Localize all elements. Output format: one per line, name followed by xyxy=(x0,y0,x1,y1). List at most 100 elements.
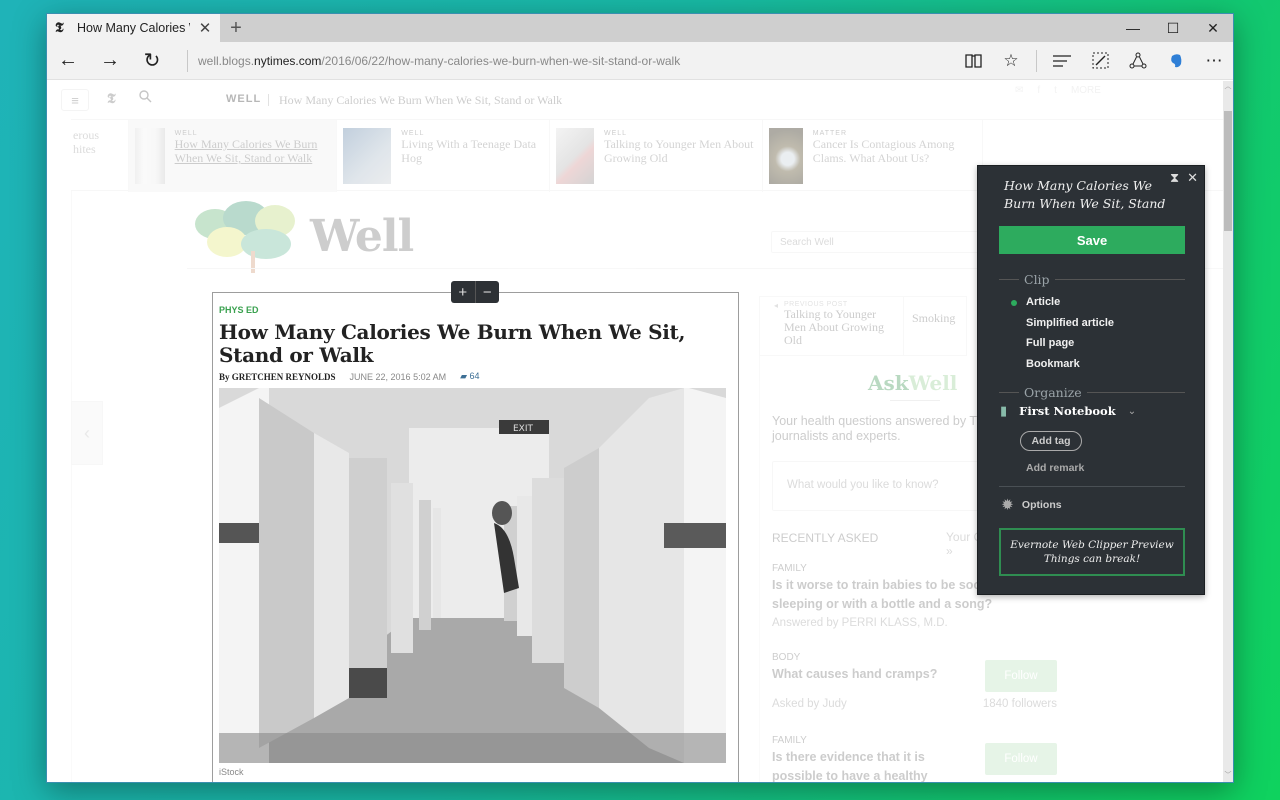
ribbon-thumbnail xyxy=(343,128,392,184)
refresh-button[interactable]: ↻ xyxy=(131,42,173,80)
menu-icon[interactable]: ≡ xyxy=(61,89,89,111)
recently-asked-heading: RECENTLY ASKED xyxy=(772,531,879,545)
svg-text:EXIT: EXIT xyxy=(513,424,534,434)
close-tab-icon[interactable]: ✕ xyxy=(198,19,212,37)
ribbon-kicker: WELL xyxy=(174,130,198,137)
next-post-title[interactable]: Smoking xyxy=(904,297,963,355)
ribbon-title: Talking to Younger Men About Growing Old xyxy=(603,137,754,165)
tree-trunk xyxy=(251,251,255,273)
article-title: How Many Calories We Burn When We Sit, S… xyxy=(219,320,686,367)
clip-option-simplified-article[interactable]: Simplified article xyxy=(1026,317,1114,329)
scroll-up-icon[interactable]: ︿ xyxy=(1223,81,1233,91)
ask-question-input[interactable]: What would you like to know? xyxy=(772,461,1002,511)
ribbon-thumbnail xyxy=(556,128,594,184)
office-cubicles-image: EXIT xyxy=(219,388,726,763)
ribbon-item[interactable]: WELL Talking to Younger Men About Growing… xyxy=(550,120,763,192)
email-icon[interactable]: ✉ xyxy=(1015,85,1023,96)
askwell-logo-well: Well xyxy=(908,371,958,395)
previous-post[interactable]: ◂ PREVIOUS POST Talking to Younger Men Ab… xyxy=(759,296,967,356)
close-window-button[interactable]: ✕ xyxy=(1193,14,1233,42)
follow-button[interactable]: Follow xyxy=(985,660,1057,692)
follow-button[interactable]: Follow xyxy=(985,743,1057,775)
clip-option-full-page[interactable]: Full page xyxy=(1026,337,1074,349)
question-item[interactable]: BODY What causes hand cramps? Asked by J… xyxy=(772,652,1057,712)
comments-link[interactable]: ▰ 64 xyxy=(460,371,479,382)
web-note-icon[interactable] xyxy=(1081,52,1119,69)
nyt-logo-icon[interactable]: 𝕿 xyxy=(107,91,116,107)
scroll-down-icon[interactable]: ﹀ xyxy=(1223,770,1233,780)
url-path: /2016/06/22/how-many-calories-we-burn-wh… xyxy=(321,53,681,68)
address-bar[interactable]: well.blogs.nytimes.com/2016/06/22/how-ma… xyxy=(198,54,954,68)
article-byline: By GRETCHEN REYNOLDS JUNE 22, 2016 5:02 … xyxy=(219,371,732,382)
divider xyxy=(1036,49,1037,72)
author[interactable]: By GRETCHEN REYNOLDS xyxy=(219,372,336,382)
comment-icon: ▰ xyxy=(460,371,468,381)
shrink-selection-button[interactable]: − xyxy=(474,281,500,303)
notebook-selector[interactable]: ▮ First Notebook ⌄ xyxy=(1000,403,1136,419)
page-viewport: ≡ 𝕿 WELL How Many Calories We Burn When … xyxy=(47,81,1223,782)
divider xyxy=(890,400,940,401)
maximize-button[interactable]: ☐ xyxy=(1153,14,1193,42)
clip-zoom-controls: + − xyxy=(451,281,499,303)
new-tab-button[interactable]: + xyxy=(220,14,252,42)
hub-icon[interactable] xyxy=(1043,54,1081,67)
expand-selection-button[interactable]: + xyxy=(451,281,475,303)
save-button[interactable]: Save xyxy=(999,226,1185,254)
minimize-button[interactable]: — xyxy=(1113,14,1153,42)
ribbon-thumbnail xyxy=(769,128,803,184)
more-share-button[interactable]: MORE xyxy=(1071,85,1101,96)
share-icon[interactable] xyxy=(1119,52,1157,69)
article-kicker[interactable]: PHYS ED xyxy=(219,305,732,315)
add-tag-button[interactable]: Add tag xyxy=(1020,431,1082,451)
url-domain: nytimes.com xyxy=(254,53,322,68)
ribbon-item[interactable]: MATTER Cancer Is Contagious Among Clams. … xyxy=(763,120,983,192)
scrollbar-thumb[interactable] xyxy=(1224,111,1232,231)
preview-line-1: Evernote Web Clipper Preview xyxy=(1010,539,1174,551)
article-clip-region[interactable]: PHYS ED How Many Calories We Burn When W… xyxy=(212,292,739,782)
chevron-left-icon: ◂ xyxy=(774,301,779,310)
askwell-logo: AskWell xyxy=(868,371,957,395)
preview-notice: Evernote Web Clipper Preview Things can … xyxy=(999,528,1185,576)
options-button[interactable]: ✹ Options xyxy=(1002,497,1062,513)
well-logo-text: Well xyxy=(310,211,414,262)
facebook-icon[interactable]: f xyxy=(1037,85,1040,96)
share-tools: ✉ f t MORE xyxy=(1015,85,1101,96)
tab-active[interactable]: 𝕿 How Many Calories We ✕ xyxy=(47,14,220,42)
ribbon-thumbnail xyxy=(135,128,165,184)
selected-indicator-icon xyxy=(1011,300,1017,306)
close-icon[interactable]: ✕ xyxy=(1187,170,1198,186)
section-label[interactable]: WELL xyxy=(226,93,261,105)
clip-option-article[interactable]: Article xyxy=(1026,296,1060,308)
favorite-star-icon[interactable]: ☆ xyxy=(992,51,1030,71)
notebook-name: First Notebook xyxy=(1019,404,1116,418)
twitter-icon[interactable]: t xyxy=(1054,85,1057,96)
evernote-extension-icon[interactable] xyxy=(1157,53,1195,69)
forward-button[interactable]: → xyxy=(89,42,131,80)
followers-count: 1840 followers xyxy=(982,698,1057,710)
search-icon[interactable] xyxy=(139,90,152,106)
ribbon-kicker: MATTER xyxy=(812,130,848,137)
question-item[interactable]: FAMILY Is there evidence that it is poss… xyxy=(772,735,1057,782)
ribbon-item[interactable]: WELL Living With a Teenage Data Hog xyxy=(337,120,550,192)
more-icon[interactable]: ⋯ xyxy=(1195,51,1233,71)
article-photo: EXIT xyxy=(219,388,726,763)
well-logo[interactable]: Well xyxy=(195,201,435,273)
ribbon-item[interactable]: erous hites xyxy=(71,120,129,192)
clip-section-heading: Clip xyxy=(999,272,1185,287)
ribbon-item-current[interactable]: WELL How Many Calories We Burn When We Si… xyxy=(129,120,337,192)
add-remark-field[interactable]: Add remark xyxy=(1026,462,1084,474)
options-label: Options xyxy=(1021,499,1062,511)
evernote-clipper-panel: ⧗ ✕ How Many Calories We Burn When We Si… xyxy=(977,165,1205,595)
question-text[interactable]: Is there evidence that it is possible to… xyxy=(772,748,942,782)
previous-arrow-button[interactable]: ‹ xyxy=(71,401,103,465)
ribbon-kicker: WELL xyxy=(401,130,425,137)
url-prefix: well.blogs. xyxy=(198,53,255,68)
clip-option-bookmark[interactable]: Bookmark xyxy=(1026,358,1080,370)
vertical-scrollbar[interactable]: ︿ ﹀ xyxy=(1223,81,1233,782)
ribbon-title: Living With a Teenage Data Hog xyxy=(401,137,537,165)
reading-view-icon[interactable] xyxy=(954,53,992,68)
back-button[interactable]: ← xyxy=(47,42,89,80)
search-well-input[interactable]: Search Well xyxy=(771,231,991,253)
clip-title[interactable]: How Many Calories We Burn When We Sit, S… xyxy=(1004,177,1174,213)
prev-post-title: Talking to Younger Men About Growing Old xyxy=(784,307,884,347)
